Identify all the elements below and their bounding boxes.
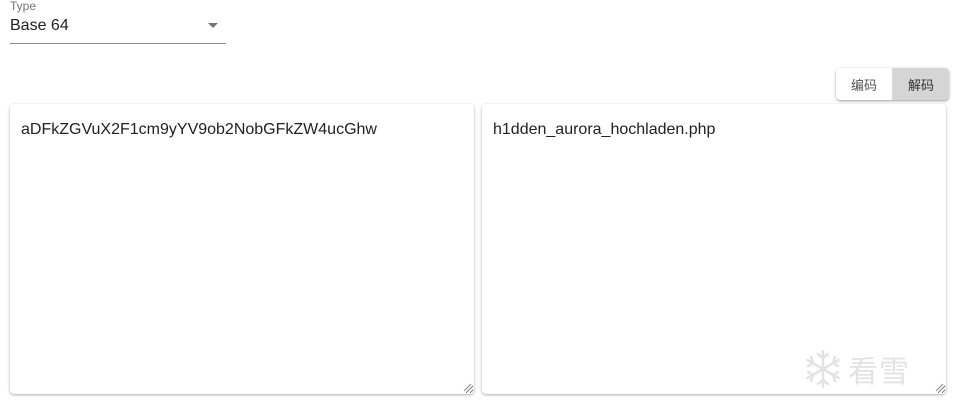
output-textarea[interactable]: h1dden_aurora_hochladen.php xyxy=(482,104,946,394)
output-panel: h1dden_aurora_hochladen.php xyxy=(482,104,946,394)
input-panel: aDFkZGVuX2F1cm9yYV9ob2NobGFkZW4ucGhw xyxy=(10,104,474,394)
encode-decode-toggle: 编码 解码 xyxy=(836,68,949,100)
base64-tool-page: Type Base 64 编码 解码 aDFkZGVuX2F1cm9yYV9ob… xyxy=(0,0,958,418)
type-select-label: Type xyxy=(10,0,37,13)
type-select-value: Base 64 xyxy=(10,17,69,34)
type-select[interactable]: Type Base 64 xyxy=(10,0,226,44)
input-textarea[interactable]: aDFkZGVuX2F1cm9yYV9ob2NobGFkZW4ucGhw xyxy=(10,104,474,394)
encode-button[interactable]: 编码 xyxy=(836,68,892,100)
decode-button[interactable]: 解码 xyxy=(892,68,949,100)
chevron-down-icon[interactable] xyxy=(208,23,218,28)
